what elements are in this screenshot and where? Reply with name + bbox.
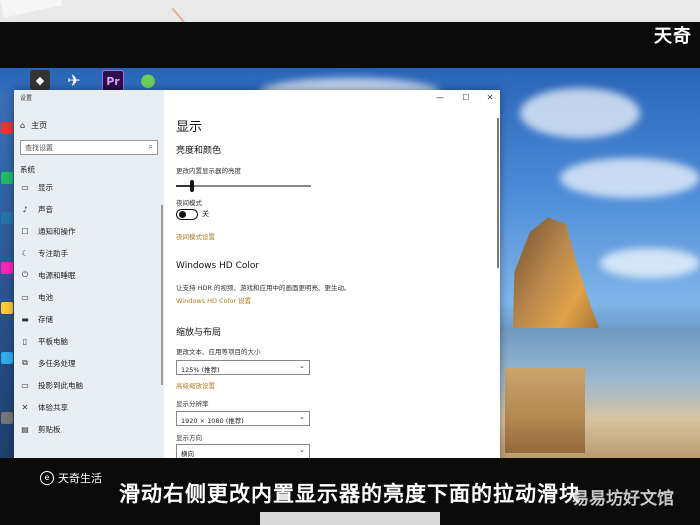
nav-item-notifications[interactable]: ☐ 通知和操作 [20, 221, 156, 241]
search-icon: ⌕ [148, 142, 153, 151]
notifications-icon: ☐ [21, 226, 29, 236]
power-icon: ⏻ [21, 270, 29, 279]
chevron-down-icon: ⌄ [299, 362, 305, 370]
scale-heading: 缩放与布局 [176, 328, 222, 338]
orientation-dropdown[interactable]: 横向 ⌄ [176, 444, 310, 458]
pencil-decoration [171, 0, 201, 23]
battery-icon: ▭ [21, 292, 29, 302]
nav-item-label: 剪贴板 [38, 424, 61, 434]
display-settings-content: 显示 亮度和颜色 更改内置显示器的亮度 夜间模式 关 夜间模式设置 Window… [174, 108, 494, 458]
search-placeholder: 查找设置 [25, 144, 53, 152]
nav-home[interactable]: ⌂ 主页 [20, 120, 47, 131]
orientation-label: 显示方向 [176, 434, 202, 442]
tablet-icon: ▯ [22, 336, 28, 346]
display-icon: ▭ [21, 182, 29, 192]
content-scrollbar[interactable] [497, 118, 499, 268]
nav-item-label: 体验共享 [38, 402, 68, 412]
nav-item-label: 存储 [38, 314, 53, 324]
brightness-label: 更改内置显示器的亮度 [176, 167, 241, 175]
page-title: 显示 [176, 120, 203, 135]
sound-icon: ♪ [22, 204, 28, 214]
clipboard-icon: ▤ [21, 424, 29, 434]
nav-item-label: 通知和操作 [38, 226, 76, 236]
nav-item-label: 声音 [38, 204, 53, 214]
settings-nav-pane: ⌂ 主页 查找设置 ⌕ 系统 ▭ 显示 ♪ 声音 ☐ 通知和操作 ☾ 专注助手 ⏻ 电源和… [14, 90, 164, 458]
nav-item-label: 电池 [38, 292, 53, 302]
nav-item-power[interactable]: ⏻ 电源和睡眠 [20, 265, 156, 285]
advanced-scaling-link[interactable]: 高级缩放设置 [176, 380, 215, 390]
scale-value: 125% (推荐) [181, 366, 220, 374]
paper-decoration [0, 0, 63, 18]
chevron-down-icon: ⌄ [299, 413, 305, 421]
desktop-icon-row: ◆ ✈ Pr ● [0, 68, 700, 92]
rock-reflection [505, 368, 585, 453]
share-icon: ✕ [21, 402, 29, 412]
premiere-icon[interactable]: Pr [102, 70, 124, 92]
nav-item-tablet[interactable]: ▯ 平板电脑 [20, 331, 156, 351]
monitor-stand [260, 512, 440, 525]
desktop-left-icons [0, 92, 14, 458]
nav-item-multitasking[interactable]: ⧉ 多任务处理 [20, 353, 156, 373]
close-button[interactable]: ✕ [484, 92, 496, 104]
night-light-toggle[interactable] [176, 209, 198, 220]
brand-logo: 天奇 [654, 26, 692, 47]
hdr-description: 让支持 HDR 的视频、游戏和应用中的画面更明亮、更生动。 [176, 284, 351, 292]
slider-thumb[interactable] [190, 180, 194, 192]
unity-icon[interactable]: ◆ [30, 70, 50, 90]
resolution-value: 1920 × 1080 (推荐) [181, 417, 244, 425]
top-black-band [0, 22, 700, 68]
nav-home-label: 主页 [31, 121, 48, 130]
nav-item-clipboard[interactable]: ▤ 剪贴板 [20, 419, 156, 439]
arrow-app-icon[interactable]: ✈ [64, 70, 84, 90]
nav-item-label: 专注助手 [38, 248, 68, 258]
resolution-label: 显示分辨率 [176, 400, 209, 408]
nav-item-label: 平板电脑 [38, 336, 68, 346]
settings-window: ⌂ 主页 查找设置 ⌕ 系统 ▭ 显示 ♪ 声音 ☐ 通知和操作 ☾ 专注助手 ⏻ 电源和… [14, 90, 500, 458]
night-light-label: 夜间模式 [176, 199, 202, 207]
slider-track [176, 185, 311, 187]
brightness-slider[interactable] [176, 180, 311, 192]
home-icon: ⌂ [20, 121, 26, 130]
multitasking-icon: ⧉ [22, 358, 28, 367]
orientation-value: 横向 [181, 450, 194, 458]
nav-item-display[interactable]: ▭ 显示 [20, 177, 156, 197]
nav-item-focus-assist[interactable]: ☾ 专注助手 [20, 243, 156, 263]
night-light-state: 关 [202, 210, 209, 218]
nav-item-label: 显示 [38, 182, 53, 192]
moon-icon: ☾ [21, 248, 29, 258]
storage-icon: ▬ [21, 314, 29, 324]
projector-icon: ▭ [21, 380, 29, 390]
maximize-button[interactable]: ☐ [460, 92, 472, 104]
nav-item-label: 多任务处理 [38, 358, 76, 368]
night-light-settings-link[interactable]: 夜间模式设置 [176, 231, 215, 241]
nav-item-label: 投影到此电脑 [38, 380, 83, 390]
resolution-dropdown[interactable]: 1920 × 1080 (推荐) ⌄ [176, 411, 310, 426]
minimize-button[interactable]: — [434, 92, 446, 104]
watermark-right: 易易坊好文馆 [572, 489, 674, 509]
nav-section-title: 系统 [20, 165, 35, 174]
nav-scrollbar[interactable] [161, 205, 163, 385]
scale-label: 更改文本、应用等项目的大小 [176, 348, 261, 356]
green-app-icon[interactable]: ● [138, 70, 158, 91]
window-titlebar: 设置 — ☐ ✕ [14, 90, 500, 106]
hdr-heading: Windows HD Color [176, 261, 260, 271]
window-title: 设置 [20, 95, 33, 102]
nav-item-shared-experiences[interactable]: ✕ 体验共享 [20, 397, 156, 417]
brightness-heading: 亮度和颜色 [176, 146, 222, 156]
desk-background-strip [0, 0, 700, 23]
nav-item-sound[interactable]: ♪ 声音 [20, 199, 156, 219]
nav-item-battery[interactable]: ▭ 电池 [20, 287, 156, 307]
chevron-down-icon: ⌄ [299, 446, 305, 454]
nav-item-project[interactable]: ▭ 投影到此电脑 [20, 375, 156, 395]
toggle-knob [179, 211, 186, 218]
scale-dropdown[interactable]: 125% (推荐) ⌄ [176, 360, 310, 375]
nav-item-label: 电源和睡眠 [38, 270, 76, 280]
settings-search-input[interactable]: 查找设置 ⌕ [20, 140, 158, 155]
nav-item-storage[interactable]: ▬ 存储 [20, 309, 156, 329]
hdr-settings-link[interactable]: Windows HD Color 设置 [176, 295, 251, 305]
